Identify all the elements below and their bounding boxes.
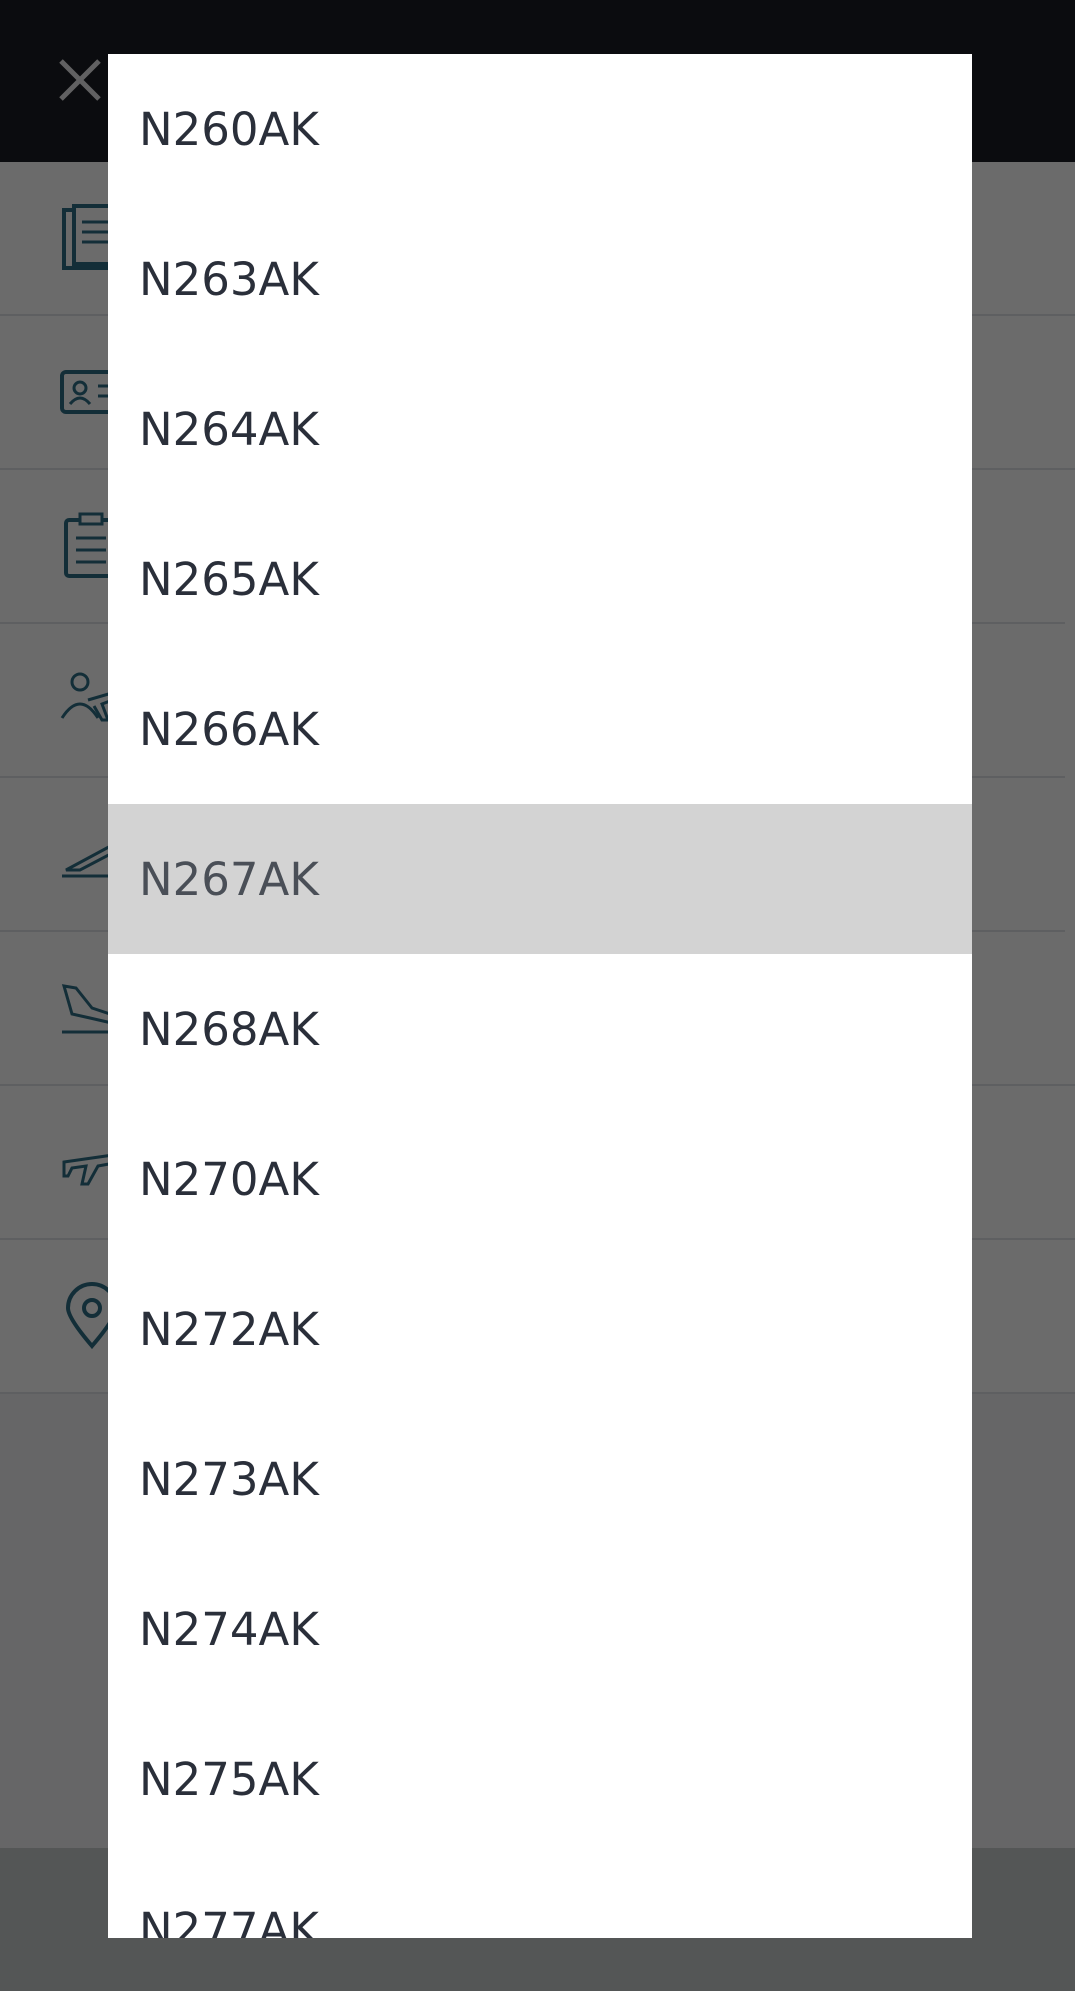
picker-option[interactable]: N265AK bbox=[108, 504, 972, 654]
picker-options-list: N260AK N263AK N264AK N265AK N266AK N267AK N268… bbox=[108, 54, 972, 1938]
picker-option[interactable]: N277AK bbox=[108, 1854, 972, 1939]
picker-option[interactable]: N266AK bbox=[108, 654, 972, 804]
picker-option[interactable]: N274AK bbox=[108, 1554, 972, 1704]
picker-option[interactable]: N260AK bbox=[108, 54, 972, 204]
picker-option[interactable]: N267AK bbox=[108, 804, 972, 954]
picker-option[interactable]: N268AK bbox=[108, 954, 972, 1104]
picker-option[interactable]: N275AK bbox=[108, 1704, 972, 1854]
tail-number-picker: N260AK N263AK N264AK N265AK N266AK N267AK N268… bbox=[108, 54, 972, 1938]
picker-option[interactable]: N273AK bbox=[108, 1404, 972, 1554]
picker-option[interactable]: N263AK bbox=[108, 204, 972, 354]
picker-option[interactable]: N270AK bbox=[108, 1104, 972, 1254]
picker-option[interactable]: N264AK bbox=[108, 354, 972, 504]
picker-option[interactable]: N272AK bbox=[108, 1254, 972, 1404]
